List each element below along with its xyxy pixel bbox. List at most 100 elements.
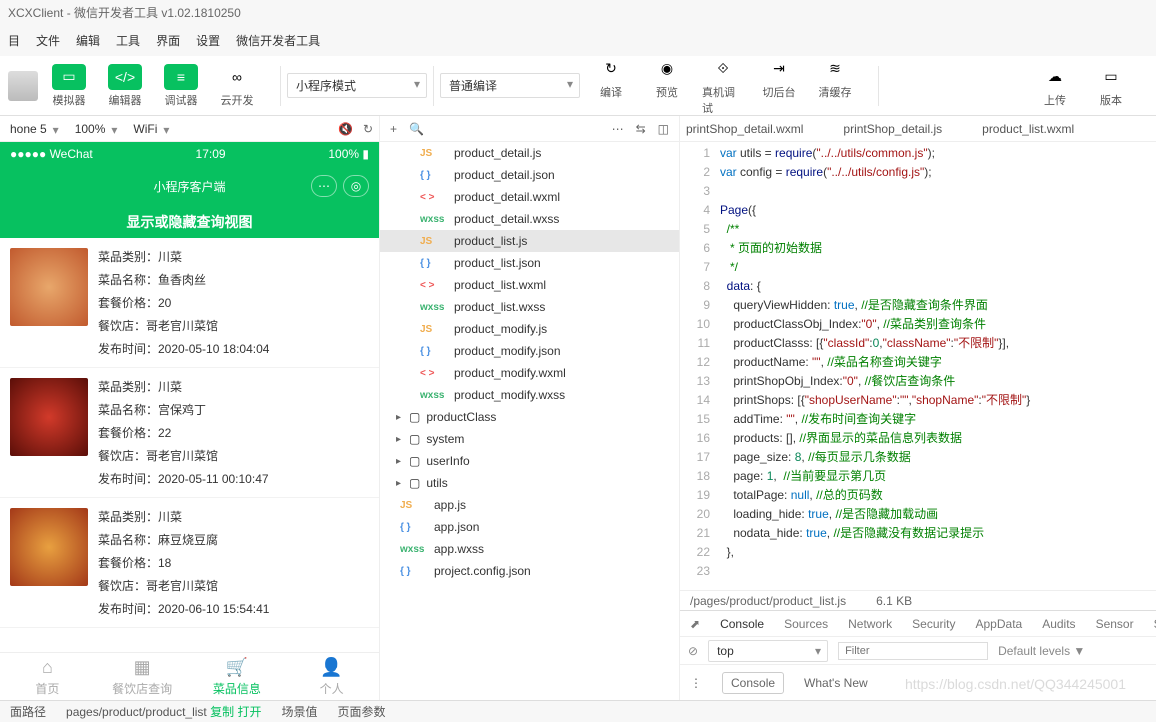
debugger-button[interactable]: ≡调试器 — [160, 64, 202, 108]
tab-item[interactable]: ⌂首页 — [0, 653, 95, 700]
tab-item[interactable]: 👤个人 — [284, 653, 379, 700]
mode-dropdown[interactable]: 小程序模式 — [287, 73, 427, 98]
phone-simulator: ●●●●● WeChat17:09100% ▮ 小程序客户端 ⋯ ◎ 显示或隐藏… — [0, 142, 379, 700]
drawer-menu-icon[interactable]: ⋮ — [690, 676, 702, 690]
more-icon[interactable]: ⋯ — [612, 122, 624, 136]
clear-cache-button[interactable]: ≋清缓存 — [814, 56, 856, 116]
product-list[interactable]: 菜品类别：川菜菜品名称：鱼香肉丝套餐价格：20餐饮店：哥老官川菜馆发布时间：20… — [0, 238, 379, 652]
list-item[interactable]: 菜品类别：川菜菜品名称：鱼香肉丝套餐价格：20餐饮店：哥老官川菜馆发布时间：20… — [0, 238, 379, 368]
copy-link[interactable]: 复制 — [210, 705, 234, 719]
background-button[interactable]: ⇥切后台 — [758, 56, 800, 116]
tab-bar: ⌂首页▦餐饮店查询🛒菜品信息👤个人 — [0, 652, 379, 700]
simulator-panel: hone 5 100% WiFi 🔇 ↻ ●●●●● WeChat17:0910… — [0, 116, 380, 700]
menu-bar: 目文件编辑工具界面设置微信开发者工具 — [0, 28, 1156, 56]
filter-input[interactable] — [838, 642, 988, 660]
collapse-icon[interactable]: ⇆ — [636, 122, 646, 136]
product-thumbnail — [10, 508, 88, 586]
devtools-tab[interactable]: Sensor — [1096, 617, 1134, 631]
simulator-button[interactable]: ▭模拟器 — [48, 64, 90, 108]
add-icon[interactable]: + — [390, 122, 397, 136]
tree-node[interactable]: ▢userInfo — [380, 450, 679, 472]
search-icon[interactable]: 🔍 — [409, 122, 424, 136]
upload-button[interactable]: ☁上传 — [1034, 64, 1076, 108]
menu-item[interactable]: 界面 — [156, 32, 180, 52]
menu-item[interactable]: 目 — [8, 32, 20, 52]
version-button[interactable]: ▭版本 — [1090, 64, 1132, 108]
tab-item[interactable]: 🛒菜品信息 — [190, 653, 285, 700]
remote-debug-button[interactable]: ⟐真机调试 — [702, 56, 744, 116]
editor-tabs: printShop_detail.wxml printShop_detail.js… — [680, 116, 1156, 142]
tab-item[interactable]: ▦餐饮店查询 — [95, 653, 190, 700]
tree-node[interactable]: { }product_modify.json — [380, 340, 679, 362]
tree-node[interactable]: { }project.config.json — [380, 560, 679, 582]
rotate-icon[interactable]: ↻ — [363, 122, 373, 136]
editor-tab[interactable]: printShop_detail.js — [843, 122, 942, 136]
devtools-tab[interactable]: Console — [720, 617, 764, 631]
tree-node[interactable]: ▢utils — [380, 472, 679, 494]
preview-button[interactable]: ◉预览 — [646, 56, 688, 116]
tree-node[interactable]: < >product_modify.wxml — [380, 362, 679, 384]
window-title: XCXClient - 微信开发者工具 v1.02.1810250 — [0, 0, 1156, 28]
tree-node[interactable]: < >product_list.wxml — [380, 274, 679, 296]
menu-item[interactable]: 微信开发者工具 — [236, 32, 320, 52]
editor-panel: printShop_detail.wxml printShop_detail.js… — [680, 116, 1156, 700]
split-icon[interactable]: ◫ — [658, 122, 669, 136]
menu-item[interactable]: 文件 — [36, 32, 60, 52]
tree-node[interactable]: wxssproduct_detail.wxss — [380, 208, 679, 230]
editor-tab[interactable]: printShop_detail.wxml — [686, 122, 803, 136]
phone-status-bar: ●●●●● WeChat17:09100% ▮ — [0, 142, 379, 166]
device-dropdown[interactable]: hone 5 — [6, 120, 61, 138]
tree-node[interactable]: ▢productClass — [380, 406, 679, 428]
product-thumbnail — [10, 248, 88, 326]
tree-node[interactable]: wxssapp.wxss — [380, 538, 679, 560]
main-area: hone 5 100% WiFi 🔇 ↻ ●●●●● WeChat17:0910… — [0, 116, 1156, 700]
toggle-query-banner[interactable]: 显示或隐藏查询视图 — [0, 206, 379, 238]
cloud-button[interactable]: ∞云开发 — [216, 64, 258, 108]
tree-node[interactable]: wxssproduct_list.wxss — [380, 296, 679, 318]
devtools-expand-icon[interactable]: ⬈ — [690, 617, 700, 631]
tree-node[interactable]: JSproduct_modify.js — [380, 318, 679, 340]
context-dropdown[interactable]: top — [708, 640, 828, 662]
zoom-dropdown[interactable]: 100% — [71, 120, 120, 138]
network-dropdown[interactable]: WiFi — [129, 120, 171, 138]
page-params[interactable]: 页面参数 — [338, 703, 386, 720]
code-editor[interactable]: 1234567891011121314151617181920212223 va… — [680, 142, 1156, 590]
devtools-tab[interactable]: Sources — [784, 617, 828, 631]
devtools-tab[interactable]: AppData — [976, 617, 1023, 631]
tree-node[interactable]: { }product_list.json — [380, 252, 679, 274]
open-link[interactable]: 打开 — [237, 705, 261, 719]
menu-item[interactable]: 设置 — [196, 32, 220, 52]
devtools-tab[interactable]: Network — [848, 617, 892, 631]
tree-node[interactable]: JSapp.js — [380, 494, 679, 516]
tree-node[interactable]: < >product_detail.wxml — [380, 186, 679, 208]
list-item[interactable]: 菜品类别：川菜菜品名称：麻豆烧豆腐套餐价格：18餐饮店：哥老官川菜馆发布时间：2… — [0, 498, 379, 628]
capsule-close-icon[interactable]: ◎ — [343, 175, 369, 197]
compile-button[interactable]: ↻编译 — [590, 56, 632, 116]
devtools-tab[interactable]: Audits — [1042, 617, 1075, 631]
tree-node[interactable]: wxssproduct_modify.wxss — [380, 384, 679, 406]
whats-new-tab[interactable]: What's New — [804, 676, 868, 690]
tree-node[interactable]: { }app.json — [380, 516, 679, 538]
file-tree[interactable]: JSproduct_detail.js{ }product_detail.jso… — [380, 142, 679, 700]
list-item[interactable]: 菜品类别：川菜菜品名称：宫保鸡丁套餐价格：22餐饮店：哥老官川菜馆发布时间：20… — [0, 368, 379, 498]
tree-node[interactable]: { }product_detail.json — [380, 164, 679, 186]
mute-icon[interactable]: 🔇 — [338, 122, 353, 136]
console-drawer-tab[interactable]: Console — [722, 672, 784, 694]
editor-status-line: /pages/product/product_list.js6.1 KB — [680, 590, 1156, 610]
editor-button[interactable]: </>编辑器 — [104, 64, 146, 108]
project-avatar — [8, 71, 38, 101]
block-icon[interactable]: ⊘ — [688, 644, 698, 658]
tree-node[interactable]: JSproduct_list.js — [380, 230, 679, 252]
toolbar: ▭模拟器 </>编辑器 ≡调试器 ∞云开发 小程序模式 普通编译 ↻编译 ◉预览… — [0, 56, 1156, 116]
editor-tab[interactable]: product_list.wxml — [982, 122, 1074, 136]
scene-value[interactable]: 场景值 — [282, 703, 318, 720]
menu-item[interactable]: 工具 — [116, 32, 140, 52]
tree-node[interactable]: JSproduct_detail.js — [380, 142, 679, 164]
file-explorer: + 🔍 ⋯ ⇆ ◫ JSproduct_detail.js{ }product_… — [380, 116, 680, 700]
menu-item[interactable]: 编辑 — [76, 32, 100, 52]
compile-mode-dropdown[interactable]: 普通编译 — [440, 73, 580, 98]
capsule-menu-icon[interactable]: ⋯ — [311, 175, 337, 197]
devtools-tab[interactable]: Security — [912, 617, 955, 631]
levels-dropdown[interactable]: Default levels ▼ — [998, 644, 1085, 658]
tree-node[interactable]: ▢system — [380, 428, 679, 450]
